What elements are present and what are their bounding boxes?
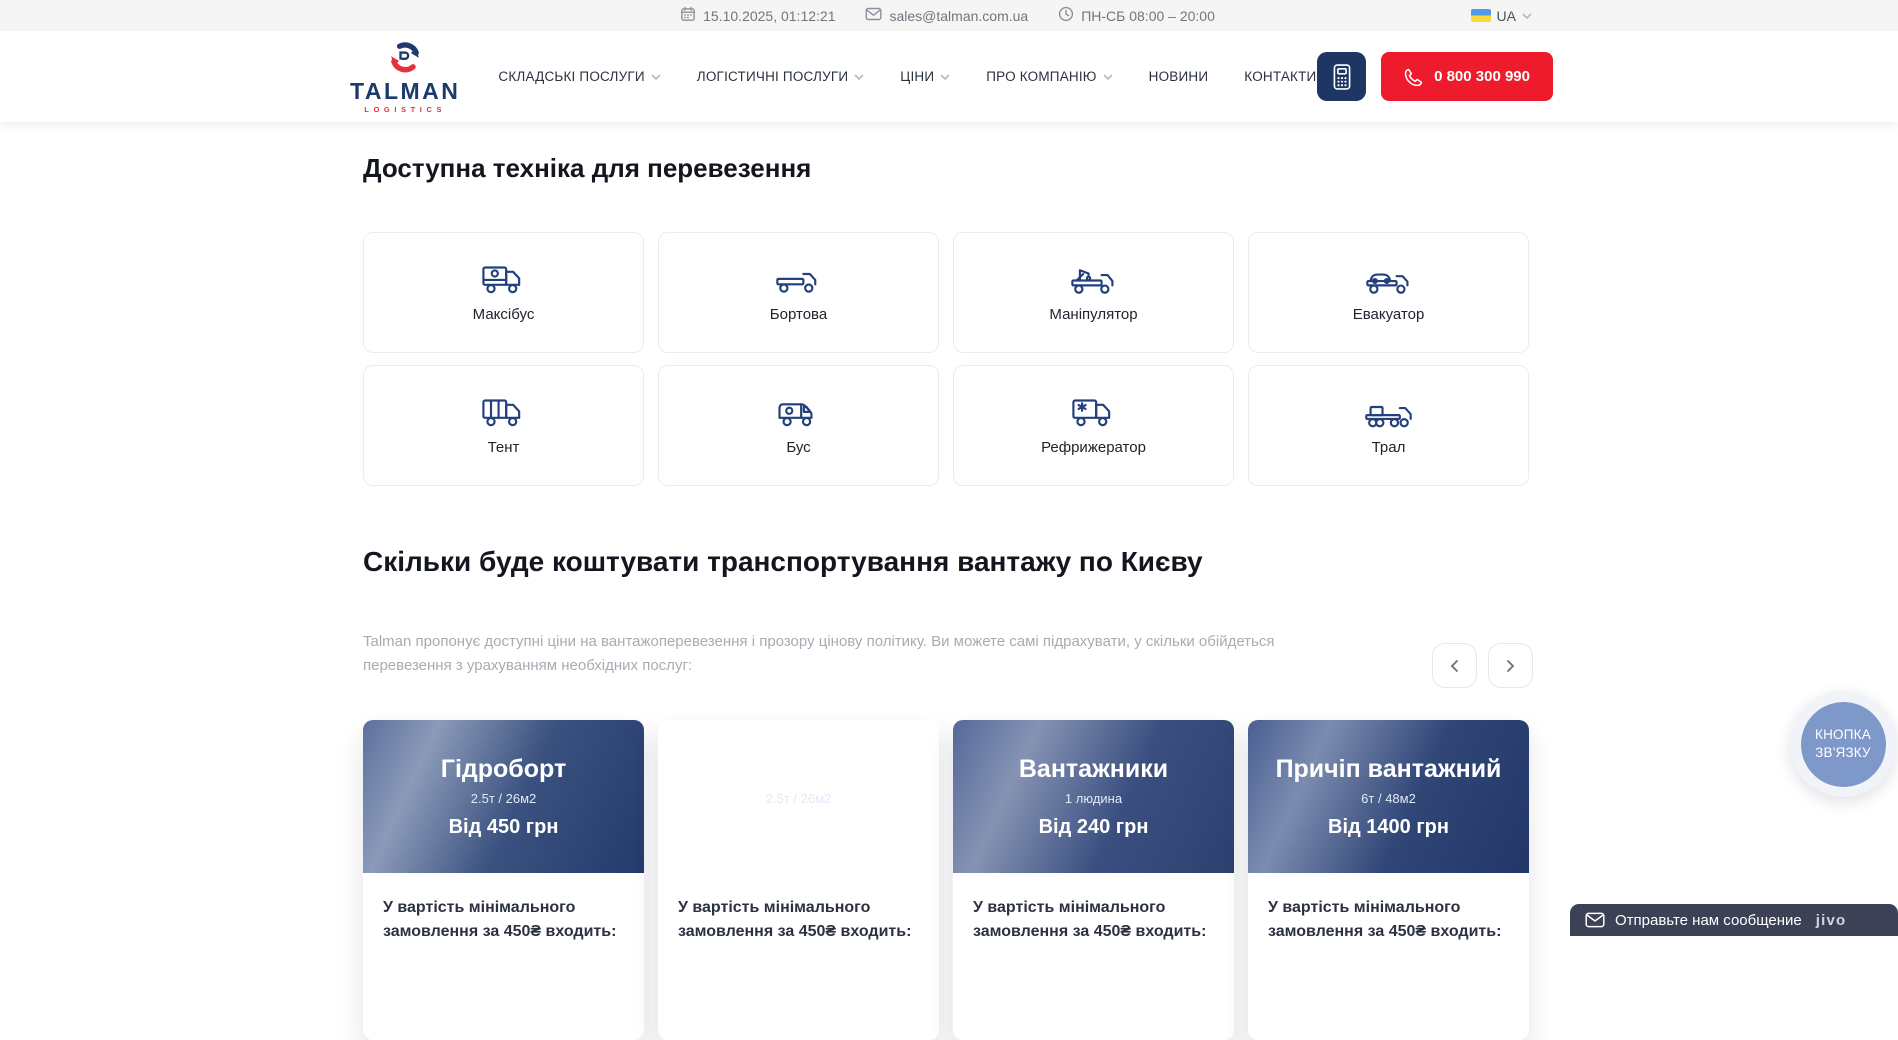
vehicle-card[interactable]: Маніпулятор [953,232,1234,353]
chevron-down-icon [854,74,864,80]
language-code: UA [1497,8,1516,24]
vehicles-section-title: Доступна техніка для перевезення [363,153,811,184]
pricing-card-spec: 2.5т / 26м2 [471,791,537,806]
crane-truck-icon [1068,262,1120,299]
envelope-icon [865,7,882,24]
chevron-down-icon [1522,13,1532,19]
tent-truck-icon [478,395,530,432]
pricing-section-title: Скільки буде коштувати транспортування в… [363,546,1203,578]
pricing-card-header: Максібус 2.5т / 26м2 Від 620 грн [658,720,939,873]
pricing-card-spec: 2.5т / 26м2 [766,791,832,806]
vehicle-card-label: Трал [1372,439,1406,456]
nav-item-1[interactable]: ЛОГІСТИЧНІ ПОСЛУГИ [697,69,864,84]
trailer-truck-icon [1363,395,1415,432]
chat-envelope-icon [1585,912,1605,928]
pricing-card: Гідроборт 2.5т / 26м2 Від 450 грн У варт… [363,720,644,1040]
vehicle-card[interactable]: Евакуатор [1248,232,1529,353]
main-navbar: TALMAN LOGISTICS СКЛАДСЬКІ ПОСЛУГИ ЛОГІС… [0,31,1898,122]
pricing-card: Вантажники 1 людина Від 240 грн У вартіс… [953,720,1234,1040]
email-link[interactable]: sales@talman.com.ua [865,7,1028,24]
vehicle-card[interactable]: Максібус [363,232,644,353]
carousel-prev-button[interactable] [1432,643,1477,688]
pricing-card-spec: 6т / 48м2 [1361,791,1416,806]
phone-icon [1404,67,1423,86]
chevron-right-icon [1506,659,1515,673]
carousel-next-button[interactable] [1488,643,1533,688]
vehicle-card[interactable]: Тент [363,365,644,486]
pricing-card-price: Від 450 грн [449,816,559,839]
vehicle-card-label: Максібус [473,306,535,323]
datetime-display: 15.10.2025, 01:12:21 [680,6,835,25]
flatbed-truck-icon [773,262,825,299]
logo[interactable]: TALMAN LOGISTICS [350,40,460,114]
callback-button-label: КНОПКАЗВ'ЯЗКУ [1801,702,1886,787]
pricing-card-note: У вартість мінімального замовлення за 45… [658,873,939,967]
vehicle-card-label: Тент [488,439,520,456]
logo-title: TALMAN [350,80,460,103]
phone-button[interactable]: 0 800 300 990 [1381,52,1553,101]
pricing-card-price: Від 240 грн [1039,816,1149,839]
vehicle-card[interactable]: Трал [1248,365,1529,486]
working-hours: ПН-СБ 08:00 – 20:00 [1058,6,1215,25]
vehicle-card[interactable]: Рефрижератор [953,365,1234,486]
chat-message-text: Отправьте нам сообщение [1615,912,1802,929]
pricing-card-header: Вантажники 1 людина Від 240 грн [953,720,1234,873]
pricing-card-note: У вартість мінімального замовлення за 45… [953,873,1234,967]
pricing-description: Talman пропонує доступні ціни на вантажо… [363,630,1283,679]
vehicle-card[interactable]: Бортова [658,232,939,353]
nav-item-0[interactable]: СКЛАДСЬКІ ПОСЛУГИ [498,69,660,84]
pricing-card-header: Причіп вантажний 6т / 48м2 Від 1400 грн [1248,720,1529,873]
calendar-icon [680,6,696,25]
calculator-button[interactable] [1317,52,1366,101]
pricing-card-note: У вартість мінімального замовлення за 45… [363,873,644,967]
pricing-card-price: Від 1400 грн [1328,816,1449,839]
pricing-card-title: Вантажники [1019,755,1168,784]
vehicle-card-label: Маніпулятор [1049,306,1137,323]
main-menu: СКЛАДСЬКІ ПОСЛУГИ ЛОГІСТИЧНІ ПОСЛУГИ ЦІН… [498,69,1316,84]
chevron-down-icon [651,74,661,80]
phone-number: 0 800 300 990 [1434,68,1530,85]
tow-truck-icon [1363,262,1415,299]
ua-flag-icon [1471,9,1491,22]
pricing-grid: Гідроборт 2.5т / 26м2 Від 450 грн У варт… [363,720,1532,1040]
vehicle-card-label: Евакуатор [1353,306,1425,323]
pricing-card-title: Причіп вантажний [1276,755,1502,784]
callback-button[interactable]: КНОПКАЗВ'ЯЗКУ [1790,691,1896,797]
language-selector[interactable]: UA [1471,0,1532,31]
logo-subtitle: LOGISTICS [364,105,446,114]
clock-icon [1058,6,1074,25]
pricing-card-title: Гідроборт [441,755,566,784]
pricing-card-title: Максібус [743,755,853,784]
chat-widget-bar[interactable]: Отправьте нам сообщение jivo [1570,904,1898,936]
pricing-card-price: Від 620 грн [744,816,854,839]
nav-item-3[interactable]: ПРО КОМПАНІЮ [986,69,1112,84]
chevron-down-icon [940,74,950,80]
pricing-card-note: У вартість мінімального замовлення за 45… [1248,873,1529,967]
pricing-card: Максібус 2.5т / 26м2 Від 620 грн У варті… [658,720,939,1040]
chevron-left-icon [1450,659,1459,673]
van-truck-icon [773,395,825,432]
vehicle-card-label: Бортова [770,306,827,323]
calculator-icon [1329,62,1355,92]
vehicle-grid: Максібус Бортова Маніпулятор Евакуатор Т… [363,232,1532,486]
vehicle-card-label: Бус [786,439,810,456]
logo-arrows-icon [385,40,425,79]
nav-item-4[interactable]: НОВИНИ [1149,69,1209,84]
nav-item-2[interactable]: ЦІНИ [900,69,950,84]
hours-text: ПН-СБ 08:00 – 20:00 [1081,8,1215,24]
box-truck-icon [478,262,530,299]
vehicle-card-label: Рефрижератор [1041,439,1146,456]
pricing-card: Причіп вантажний 6т / 48м2 Від 1400 грн … [1248,720,1529,1040]
chat-brand-logo: jivo [1816,912,1847,929]
datetime-text: 15.10.2025, 01:12:21 [703,8,835,24]
top-info-bar: 15.10.2025, 01:12:21 sales@talman.com.ua… [0,0,1898,31]
pricing-card-header: Гідроборт 2.5т / 26м2 Від 450 грн [363,720,644,873]
chevron-down-icon [1103,74,1113,80]
carousel-navigation [1432,643,1533,688]
email-text: sales@talman.com.ua [889,8,1028,24]
pricing-card-spec: 1 людина [1065,791,1122,806]
vehicle-card[interactable]: Бус [658,365,939,486]
fridge-truck-icon [1068,395,1120,432]
nav-item-5[interactable]: КОНТАКТИ [1244,69,1316,84]
